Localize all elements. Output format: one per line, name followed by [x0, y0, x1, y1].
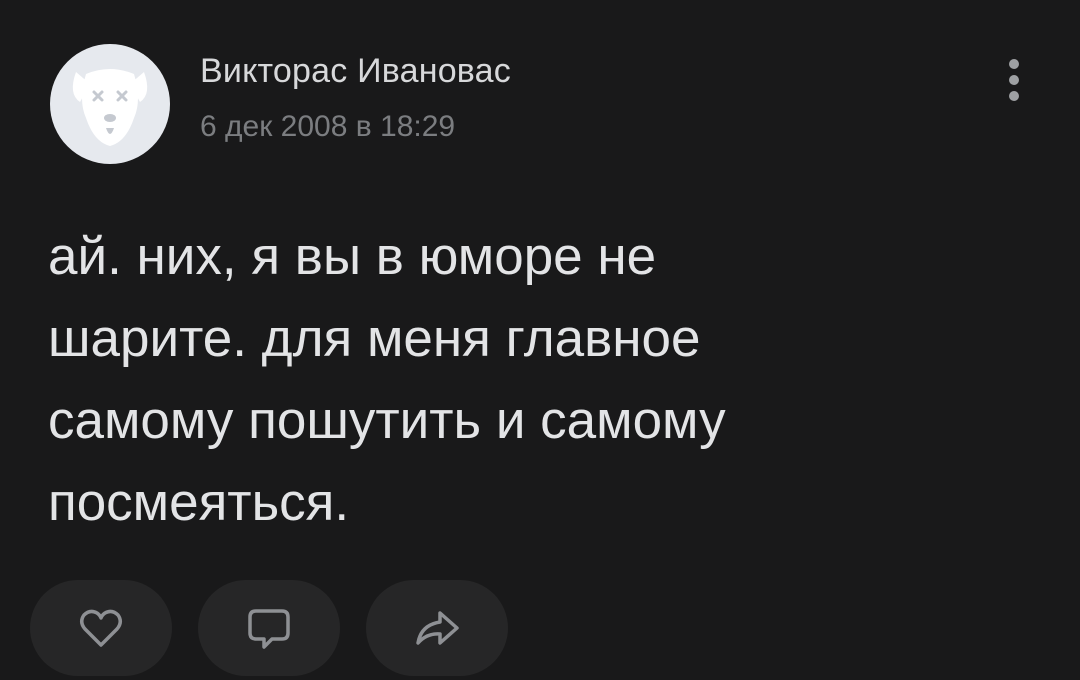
share-icon — [416, 611, 459, 645]
comment-button[interactable] — [198, 580, 340, 676]
heart-icon — [80, 609, 122, 647]
post-text: ай. них, я вы в юморе не шарите. для мен… — [48, 227, 726, 532]
share-button[interactable] — [366, 580, 508, 676]
post-card: Викторас Ивановас 6 дек 2008 в 18:29 ай.… — [0, 0, 1080, 680]
dog-avatar-icon — [72, 69, 148, 146]
post-menu-button[interactable] — [996, 54, 1032, 114]
author-name[interactable]: Викторас Ивановас — [200, 52, 511, 91]
post-date: 6 дек 2008 в 18:29 — [200, 110, 456, 143]
comment-icon — [248, 609, 290, 649]
like-button[interactable] — [30, 580, 172, 676]
author-avatar[interactable] — [50, 44, 170, 164]
more-vertical-icon — [1009, 59, 1019, 101]
